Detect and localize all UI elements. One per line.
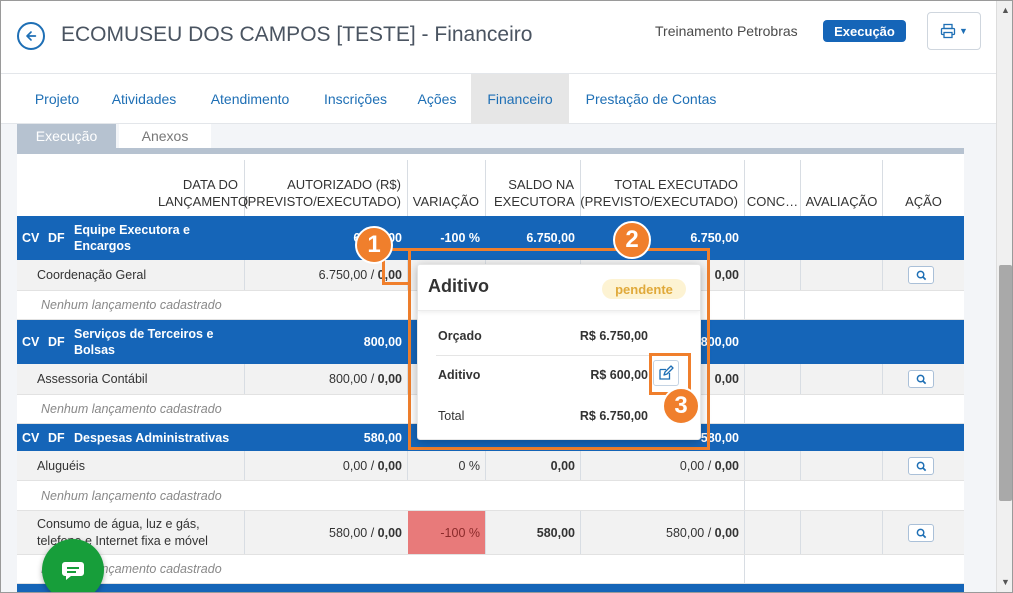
df-label: DF	[48, 231, 65, 245]
table-row: Aluguéis 0,00 / 0,00 0 % 0,00 0,00 / 0,0…	[17, 451, 964, 481]
item-name: Aluguéis	[37, 458, 85, 473]
search-icon	[916, 270, 926, 280]
empty-row: Nenhum lançamento cadastrado	[17, 481, 964, 511]
header-data-lancamento: DATA DO LANÇAMENTO	[17, 160, 248, 218]
header-autorizado: AUTORIZADO (R$) (PREVISTO/EXECUTADO)	[243, 160, 408, 218]
empty-message: Nenhum lançamento cadastrado	[41, 488, 222, 503]
print-button[interactable]: ▼	[927, 12, 981, 50]
search-icon	[916, 461, 926, 471]
training-label: Treinamento Petrobras	[655, 23, 798, 39]
category-name: Despesas Administrativas	[74, 430, 230, 445]
empty-message: Nenhum lançamento cadastrado	[41, 298, 222, 312]
page-header: ECOMUSEU DOS CAMPOS [TESTE] - Financeiro…	[1, 1, 996, 73]
header-saldo: SALDO NA EXECUTORA	[486, 160, 581, 218]
empty-row: Nenhum lançamento cadastrado	[17, 555, 964, 584]
category-row	[17, 584, 964, 592]
printer-icon	[940, 23, 956, 39]
annotation-marker-1: 1	[355, 226, 393, 264]
tab-financeiro[interactable]: Financeiro	[471, 74, 569, 124]
tab-atividades[interactable]: Atividades	[98, 74, 190, 124]
item-saldo: 580,00	[536, 525, 575, 540]
aditivo-value: R$ 600,00	[590, 368, 648, 382]
category-autorizado: 800,00	[363, 335, 402, 349]
header-avaliacao: AVALIAÇÃO	[801, 160, 883, 218]
popup-header: Aditivo pendente	[418, 265, 700, 311]
cv-label: CV	[22, 231, 40, 245]
view-button[interactable]	[908, 370, 934, 388]
item-name: Assessoria Contábil	[37, 372, 148, 386]
item-saldo: 0,00	[550, 458, 575, 473]
item-total: 580,00 / 0,00	[666, 525, 739, 540]
cv-label: CV	[22, 335, 40, 349]
search-icon	[916, 528, 926, 538]
aditivo-label: Aditivo	[438, 368, 481, 382]
item-autorizado: 0,00 / 0,00	[342, 458, 402, 473]
chat-icon	[62, 562, 84, 580]
header-total-executado: TOTAL EXECUTADO (PREVISTO/EXECUTADO)	[580, 160, 745, 218]
tab-atendimento[interactable]: Atendimento	[194, 74, 306, 124]
annotation-marker-3: 3	[662, 387, 700, 425]
app-window: ECOMUSEU DOS CAMPOS [TESTE] - Financeiro…	[0, 0, 1013, 593]
scroll-thumb[interactable]	[999, 265, 1012, 501]
item-total: 0,00 / 0,00	[679, 458, 739, 473]
header-acao: AÇÃO	[905, 194, 942, 209]
popup-row-orcado: Orçado R$ 6.750,00	[436, 318, 688, 356]
view-button[interactable]	[908, 524, 934, 542]
item-name: Coordenação Geral	[37, 268, 147, 282]
orcado-label: Orçado	[438, 329, 482, 343]
scrollbar[interactable]: ▲ ▼	[996, 1, 1012, 592]
tab-prestacao-de-contas[interactable]: Prestação de Contas	[571, 74, 731, 124]
view-button[interactable]	[908, 266, 934, 284]
page-title: ECOMUSEU DOS CAMPOS [TESTE] - Financeiro	[61, 23, 533, 46]
header-variacao: VARIAÇÃO	[408, 160, 486, 218]
header-conc: CONC…	[745, 160, 801, 218]
df-label: DF	[48, 335, 65, 349]
tab-acoes[interactable]: Ações	[404, 74, 470, 124]
empty-message: Nenhum lançamento cadastrado	[41, 402, 222, 416]
total-value: R$ 6.750,00	[579, 409, 648, 423]
view-button[interactable]	[908, 457, 934, 475]
category-name: Serviços de Terceiros e Bolsas	[74, 327, 214, 357]
scroll-up-icon[interactable]: ▲	[1001, 5, 1010, 15]
total-label: Total	[438, 409, 465, 423]
item-autorizado: 800,00 / 0,00	[329, 372, 402, 386]
subtab-execucao[interactable]: Execução	[17, 124, 116, 150]
back-button[interactable]	[17, 22, 45, 50]
category-autorizado: 580,00	[363, 430, 402, 445]
pending-badge: pendente	[602, 279, 686, 299]
category-name: Equipe Executora e Encargos	[74, 223, 191, 253]
df-label: DF	[48, 430, 65, 445]
annotation-marker-2: 2	[613, 221, 651, 259]
aditivo-popup: Aditivo pendente Orçado R$ 6.750,00 Adit…	[417, 264, 701, 440]
arrow-left-icon	[26, 31, 37, 41]
orcado-value: R$ 6.750,00	[579, 329, 648, 343]
table-row: Consumo de água, luz e gás, telefone e I…	[17, 511, 964, 555]
main-nav: Projeto Atividades Atendimento Inscriçõe…	[1, 73, 996, 124]
subtab-anexos[interactable]: Anexos	[119, 124, 211, 150]
chat-button[interactable]	[42, 539, 104, 592]
popup-title: Aditivo	[428, 276, 489, 296]
cv-label: CV	[22, 430, 40, 445]
popup-row-total: Total R$ 6.750,00	[436, 398, 688, 436]
item-variacao: 0 %	[458, 458, 480, 473]
search-icon	[916, 374, 926, 384]
tab-inscricoes[interactable]: Inscrições	[310, 74, 401, 124]
scroll-down-icon[interactable]: ▼	[1001, 577, 1010, 587]
status-badge: Execução	[823, 20, 906, 42]
item-variacao: -100 %	[408, 511, 486, 554]
tab-projeto[interactable]: Projeto	[19, 74, 95, 124]
chevron-down-icon: ▼	[959, 26, 968, 36]
item-autorizado: 580,00 / 0,00	[329, 525, 402, 540]
